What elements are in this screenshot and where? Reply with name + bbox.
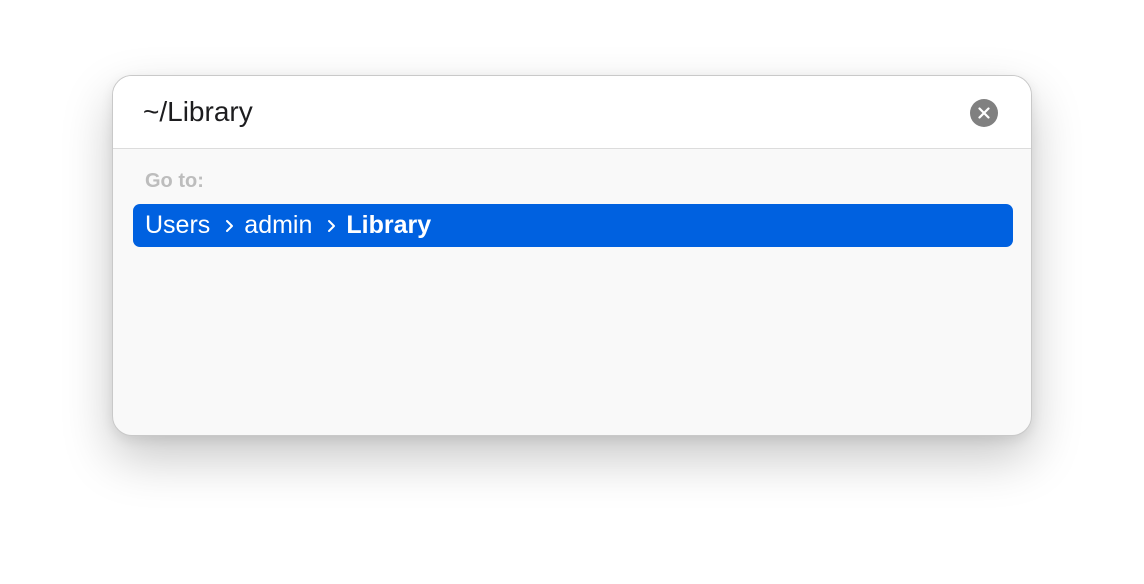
close-icon	[978, 107, 990, 119]
path-bar	[113, 76, 1031, 149]
result-row[interactable]: Users admin Library	[133, 204, 1013, 247]
chevron-right-icon	[226, 219, 234, 232]
clear-button[interactable]	[970, 99, 998, 127]
breadcrumb-admin: admin	[244, 211, 313, 239]
breadcrumb-users: Users	[145, 211, 211, 239]
section-label: Go to:	[145, 170, 204, 192]
chevron-right-icon	[328, 219, 336, 232]
breadcrumb-library: Library	[346, 211, 432, 239]
go-to-folder-dialog: Go to: Users admin Library	[112, 75, 1032, 436]
path-input[interactable]	[143, 90, 943, 134]
